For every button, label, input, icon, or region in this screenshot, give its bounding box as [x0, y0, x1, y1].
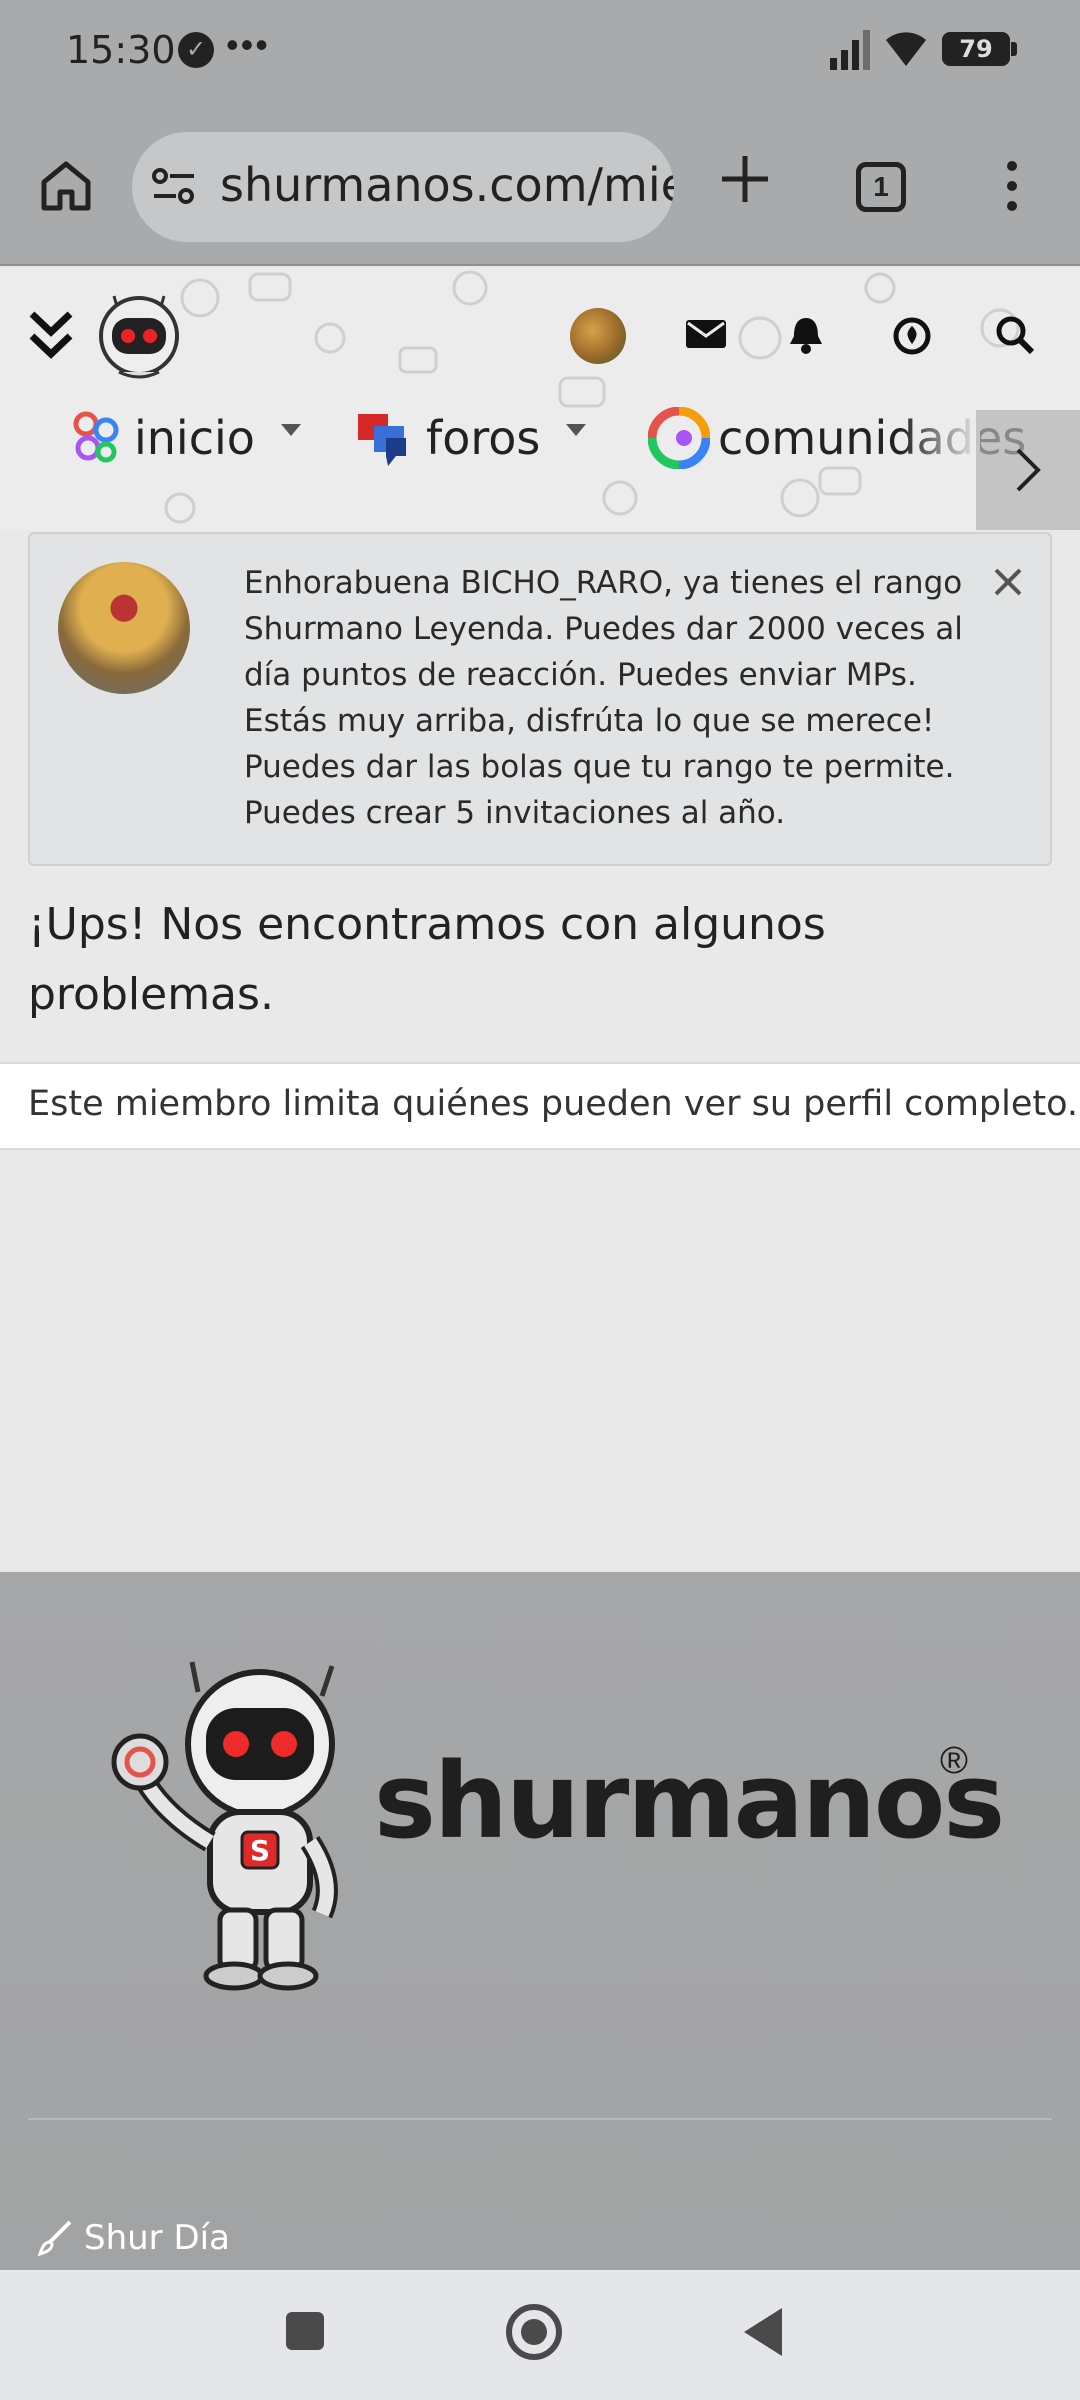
url-text[interactable]: shurmanos.com/miem	[220, 158, 674, 212]
foros-icon	[358, 414, 406, 466]
address-bar[interactable]: shurmanos.com/miem	[132, 132, 674, 242]
shur-dia-link[interactable]: Shur Día	[36, 2218, 230, 2258]
system-navigation-bar	[0, 2270, 1080, 2400]
notice-text: Enhorabuena BICHO_RARO, ya tienes el ran…	[244, 565, 963, 831]
new-tab-icon[interactable]	[716, 150, 774, 208]
tab-switcher-button[interactable]: 1	[856, 162, 906, 212]
close-icon[interactable]	[990, 564, 1026, 600]
error-block: Este miembro limita quiénes pueden ver s…	[0, 1062, 1080, 1150]
home-icon[interactable]	[36, 156, 96, 216]
wifi-icon	[886, 32, 926, 66]
browser-toolbar: shurmanos.com/miem 1	[0, 100, 1080, 266]
home-button[interactable]	[506, 2304, 562, 2360]
site-footer: S shurmanos ® Shur Día	[0, 1572, 1080, 2270]
battery-indicator: 79	[942, 32, 1017, 66]
site-logo-mascot-icon[interactable]	[94, 286, 184, 382]
recent-apps-button[interactable]	[286, 2312, 324, 2350]
rank-notice: Enhorabuena BICHO_RARO, ya tienes el ran…	[28, 532, 1052, 866]
footer-brand-name: shurmanos	[374, 1740, 1005, 1862]
messages-icon[interactable]	[684, 314, 728, 354]
nav-label: inicio	[134, 411, 255, 465]
nav-fade	[900, 398, 980, 488]
shur-dia-label: Shur Día	[84, 2218, 230, 2258]
error-title: ¡Ups! Nos encontramos con algunos proble…	[28, 899, 826, 1020]
footer-divider	[28, 2118, 1052, 2120]
trending-flame-icon[interactable]	[892, 314, 932, 356]
nav-label: foros	[426, 411, 541, 465]
notice-avatar	[58, 562, 190, 694]
chevron-down-icon[interactable]	[280, 424, 301, 436]
search-icon[interactable]	[994, 314, 1036, 356]
notifications-bell-icon[interactable]	[786, 314, 826, 356]
status-time: 15:30	[66, 28, 176, 72]
registered-mark: ®	[940, 1740, 968, 1782]
comunidades-icon	[648, 407, 710, 469]
error-message: Este miembro limita quiénes pueden ver s…	[28, 1084, 1079, 1124]
inicio-icon	[73, 411, 119, 463]
svg-text:S: S	[250, 1834, 270, 1867]
back-button[interactable]	[744, 2308, 782, 2356]
site-settings-icon[interactable]	[152, 166, 196, 206]
chevron-right-icon	[1016, 448, 1041, 492]
user-avatar[interactable]	[570, 308, 626, 364]
signal-icon	[830, 30, 870, 70]
more-options-icon[interactable]	[1000, 156, 1024, 216]
site-header: inicio foros comunidades	[0, 268, 1080, 530]
nav-scroll-right-button[interactable]	[976, 410, 1080, 530]
nav-item-inicio[interactable]: inicio	[66, 398, 301, 478]
mascot-logo-icon: S	[111, 1661, 338, 1991]
check-circle-icon: ✓	[178, 32, 214, 68]
expand-menu-icon[interactable]	[26, 306, 76, 366]
status-bar: 15:30 ✓ ••• 79	[0, 0, 1080, 100]
nav-item-foros[interactable]: foros	[356, 398, 587, 478]
brush-icon	[37, 2220, 72, 2257]
more-notifications-icon: •••	[226, 24, 270, 65]
chevron-down-icon[interactable]	[566, 424, 587, 436]
